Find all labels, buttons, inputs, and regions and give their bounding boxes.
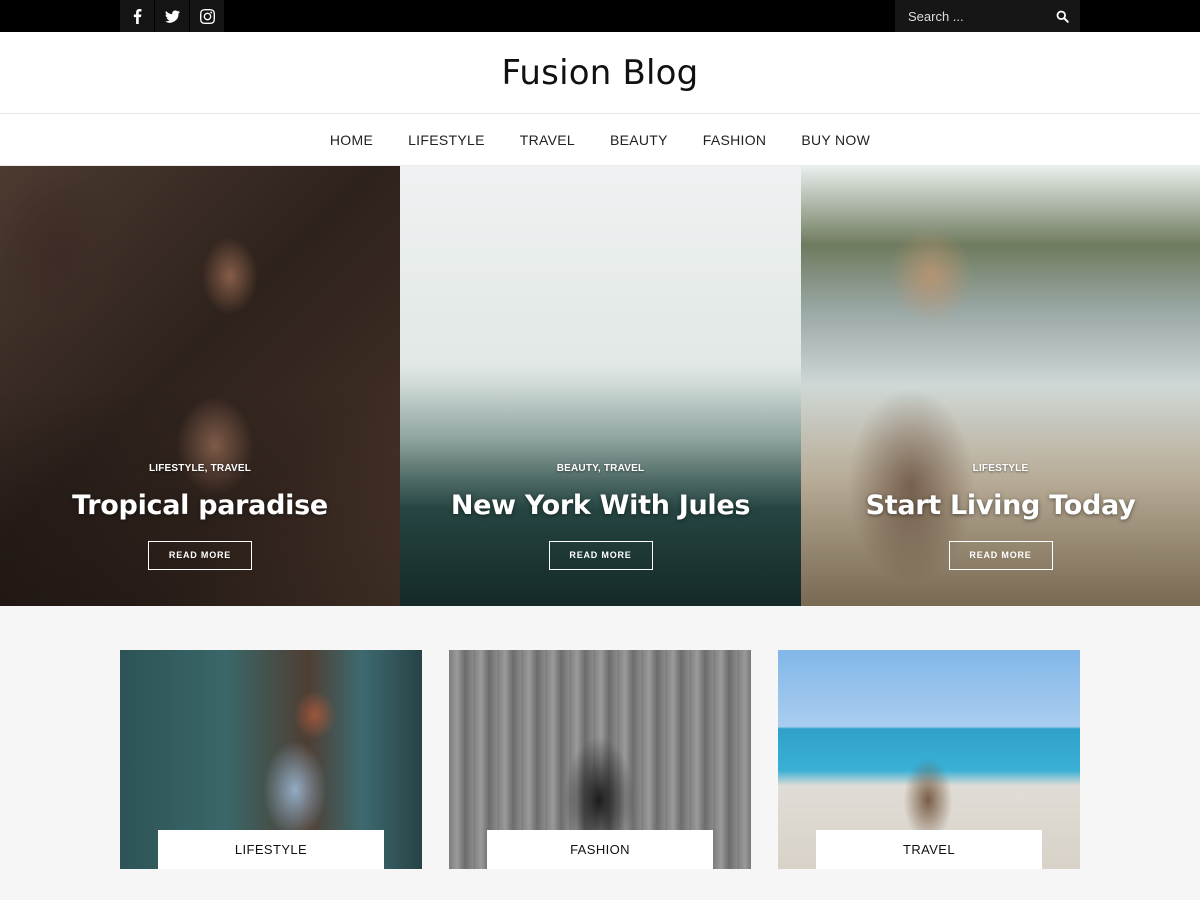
nav-item-buy-now[interactable]: BUY NOW — [801, 132, 870, 148]
category-label[interactable]: LIFESTYLE — [158, 830, 384, 869]
category-label[interactable]: TRAVEL — [816, 830, 1042, 869]
slide: BEAUTY, TRAVEL New York With Jules READ … — [400, 166, 801, 606]
site-header: Fusion Blog — [0, 32, 1200, 114]
featured-categories: LIFESTYLE FASHION TRAVEL — [0, 606, 1200, 900]
facebook-icon — [133, 8, 141, 24]
slide-content: BEAUTY, TRAVEL New York With Jules READ … — [400, 463, 801, 570]
social-links — [120, 0, 224, 32]
slide-title[interactable]: Start Living Today — [801, 490, 1200, 521]
category-label[interactable]: FASHION — [487, 830, 713, 869]
slide-title[interactable]: Tropical paradise — [0, 490, 400, 521]
read-more-button[interactable]: READ MORE — [948, 541, 1053, 570]
facebook-link[interactable] — [120, 0, 154, 32]
site-title[interactable]: Fusion Blog — [502, 53, 699, 93]
twitter-link[interactable] — [155, 0, 189, 32]
top-bar — [0, 0, 1200, 32]
main-navigation: HOME LIFESTYLE TRAVEL BEAUTY FASHION BUY… — [0, 115, 1200, 166]
read-more-button[interactable]: READ MORE — [548, 541, 653, 570]
search-button[interactable] — [1045, 0, 1079, 32]
category-card-fashion[interactable]: FASHION — [449, 650, 751, 869]
nav-item-fashion[interactable]: FASHION — [703, 132, 767, 148]
search-icon — [1056, 10, 1069, 23]
slide-content: LIFESTYLE Start Living Today READ MORE — [801, 463, 1200, 570]
slide: LIFESTYLE, TRAVEL Tropical paradise READ… — [0, 166, 400, 606]
instagram-icon — [199, 8, 215, 24]
slide-categories[interactable]: LIFESTYLE, TRAVEL — [0, 463, 400, 474]
slide-title[interactable]: New York With Jules — [400, 490, 801, 521]
nav-item-lifestyle[interactable]: LIFESTYLE — [408, 132, 485, 148]
slide: LIFESTYLE Start Living Today READ MORE — [801, 166, 1200, 606]
search-input[interactable] — [895, 0, 1045, 32]
twitter-icon — [164, 9, 180, 23]
nav-item-travel[interactable]: TRAVEL — [520, 132, 575, 148]
slide-categories[interactable]: BEAUTY, TRAVEL — [400, 463, 801, 474]
category-card-travel[interactable]: TRAVEL — [778, 650, 1080, 869]
slide-content: LIFESTYLE, TRAVEL Tropical paradise READ… — [0, 463, 400, 570]
nav-item-beauty[interactable]: BEAUTY — [610, 132, 668, 148]
category-card-lifestyle[interactable]: LIFESTYLE — [120, 650, 422, 869]
nav-item-home[interactable]: HOME — [330, 132, 373, 148]
read-more-button[interactable]: READ MORE — [148, 541, 252, 570]
slide-categories[interactable]: LIFESTYLE — [801, 463, 1200, 474]
instagram-link[interactable] — [190, 0, 224, 32]
search-box — [895, 0, 1080, 32]
featured-slider: LIFESTYLE, TRAVEL Tropical paradise READ… — [0, 166, 1200, 606]
